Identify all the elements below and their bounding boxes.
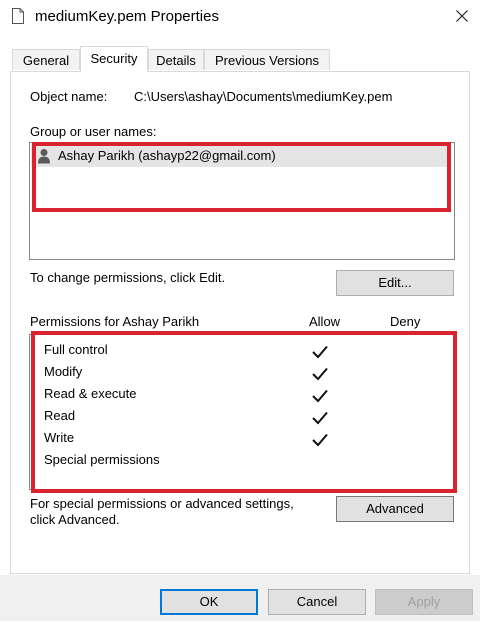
file-icon: [12, 8, 24, 24]
cancel-button[interactable]: Cancel: [268, 589, 366, 615]
advanced-text-line1: For special permissions or advanced sett…: [30, 496, 294, 511]
window-title: mediumKey.pem Properties: [35, 8, 219, 25]
deny-header: Deny: [390, 314, 421, 329]
allow-header: Allow: [309, 314, 341, 329]
background-strip: [0, 621, 480, 629]
tab-general[interactable]: General: [12, 49, 80, 70]
tab-previous-versions[interactable]: Previous Versions: [204, 49, 330, 70]
properties-dialog: mediumKey.pem Properties General Securit…: [0, 0, 480, 629]
highlight-box-permissions: [31, 331, 457, 493]
close-icon: [456, 9, 468, 25]
advanced-text-line2: click Advanced.: [30, 512, 120, 527]
advanced-button[interactable]: Advanced: [336, 496, 454, 522]
edit-button[interactable]: Edit...: [336, 270, 454, 296]
apply-button[interactable]: Apply: [375, 589, 473, 615]
ok-button[interactable]: OK: [160, 589, 258, 615]
tab-details[interactable]: Details: [148, 49, 204, 70]
group-label: Group or user names:: [30, 124, 157, 139]
tab-strip: General Security Details Previous Versio…: [10, 46, 470, 72]
title-bar: mediumKey.pem Properties: [0, 0, 480, 36]
highlight-box-users: [32, 142, 451, 212]
tab-security[interactable]: Security: [80, 46, 148, 72]
permissions-header: Permissions for Ashay Parikh: [30, 314, 200, 329]
change-permissions-text: To change permissions, click Edit.: [30, 270, 226, 285]
object-name-value: C:\Users\ashay\Documents\mediumKey.pem: [134, 89, 393, 104]
close-button[interactable]: [448, 4, 476, 30]
object-name-label: Object name:: [30, 89, 108, 104]
